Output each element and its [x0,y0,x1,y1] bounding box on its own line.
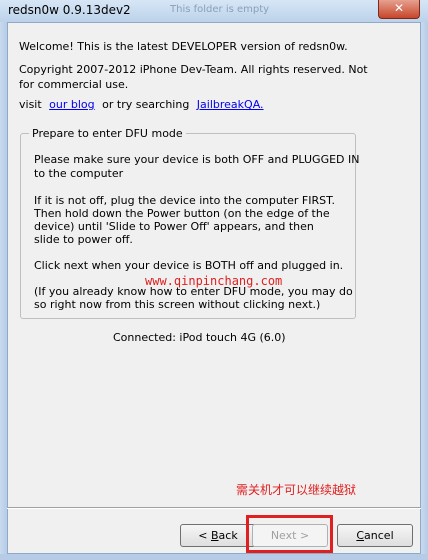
visit-row: visit our blog or try searching Jailbrea… [19,97,264,112]
window-frame-left [0,22,7,560]
next-highlight-box [246,515,333,553]
close-button[interactable]: ✕ [378,0,420,19]
jailbreakqa-link[interactable]: JailbreakQA. [197,98,264,111]
cancel-rest: ancel [364,529,394,542]
copyright-line-1: Copyright 2007-2012 iPhone Dev-Team. All… [19,63,368,76]
cancel-mnemonic: C [356,529,365,542]
close-icon: ✕ [393,1,405,15]
window-title: redsn0w 0.9.13dev2 [8,3,131,17]
welcome-text: Welcome! This is the latest DEVELOPER ve… [19,40,348,53]
blog-link[interactable]: our blog [49,98,94,111]
dfu-group-legend: Prepare to enter DFU mode [29,126,186,141]
window-frame-bottom [0,554,428,560]
ghost-title: This folder is empty [170,4,270,15]
back-prefix: < [198,529,211,542]
back-button[interactable]: < Back [180,524,256,547]
title-bar[interactable]: redsn0w 0.9.13dev2 This folder is empty … [0,0,428,23]
window-frame-right [421,22,428,560]
red-annotation: 需关机才可以继续越狱 [236,483,357,497]
dfu-instruction-1b: to the computer [34,167,124,180]
cancel-button[interactable]: Cancel [337,524,413,547]
dfu-instruction-3: Click next when your device is BOTH off … [34,259,344,272]
dfu-instruction-1a: Please make sure your device is both OFF… [34,153,360,166]
button-bar-divider [7,507,421,509]
back-rest: ack [218,529,238,542]
back-mnemonic: B [211,529,219,542]
connected-status: Connected: iPod touch 4G (6.0) [113,331,286,344]
dfu-instruction-2d: slide to power off. [34,233,133,246]
copyright-line-2: for commercial use. [19,78,129,91]
visit-prefix: visit [19,98,42,111]
search-text: or try searching [102,98,190,111]
dfu-instruction-4b: so right now from this screen without cl… [34,298,321,311]
